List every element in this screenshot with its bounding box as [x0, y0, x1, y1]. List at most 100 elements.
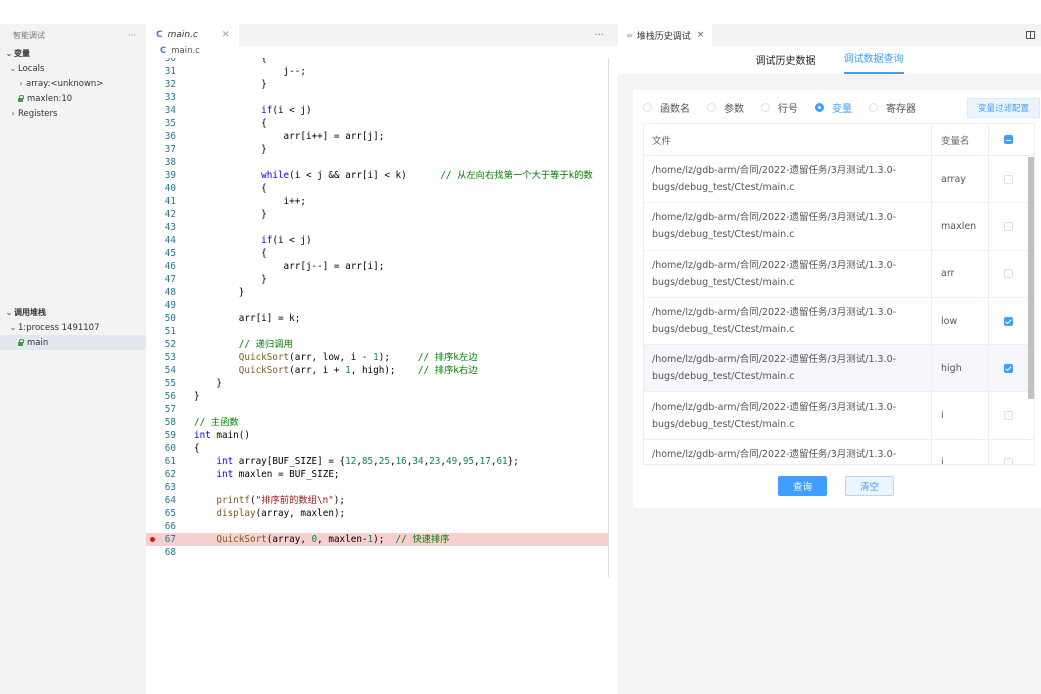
code-line[interactable]: 49 [146, 299, 608, 312]
table-row[interactable]: /home/lz/gdb-arm/合同/2022-遗留任务/3月测试/1.3.0… [644, 297, 1034, 346]
code-line[interactable]: 63 [146, 481, 608, 494]
table-row[interactable]: /home/lz/gdb-arm/合同/2022-遗留任务/3月测试/1.3.0… [644, 250, 1034, 298]
editor-scrollbar[interactable] [608, 58, 609, 578]
code-line[interactable]: 31 j--; [146, 65, 608, 78]
line-code: { [194, 58, 267, 64]
code-line[interactable]: 68 [146, 546, 608, 559]
code-line[interactable]: 67 QuickSort(array, 0, maxlen-1); // 快速排… [146, 533, 608, 546]
line-number: 45 [164, 248, 176, 259]
close-icon[interactable]: ✕ [222, 30, 230, 40]
code-line[interactable]: 54 QuickSort(arr, i + 1, high); // 排序k右边 [146, 364, 608, 377]
locals-label: Locals [18, 63, 45, 74]
code-line[interactable]: 34 if(i < j) [146, 104, 608, 117]
code-line[interactable]: 38 [146, 156, 608, 169]
table-row[interactable]: /home/lz/gdb-arm/合同/2022-遗留任务/3月测试/1.3.0… [644, 392, 1034, 440]
code-line[interactable]: 56} [146, 390, 608, 403]
code-line[interactable]: 59 int main() [146, 429, 608, 442]
code-line[interactable]: 55 } [146, 377, 608, 390]
code-line[interactable]: 39 while(i < j && arr[i] < k) // 从左向右找第一… [146, 169, 608, 182]
code-line[interactable]: 43 [146, 221, 608, 234]
row-checkbox[interactable] [1004, 221, 1013, 231]
table-row[interactable]: /home/lz/gdb-arm/合同/2022-遗留任务/3月测试/1.3.0… [644, 203, 1034, 251]
breadcrumb-file: main.c [171, 46, 200, 56]
callstack-section[interactable]: ⌄ 调用堆栈 [0, 305, 146, 320]
cell-variable: i [931, 392, 988, 439]
code-line[interactable]: 36 arr[i++] = arr[j]; [146, 130, 608, 143]
radio-variable[interactable]: 变量 [815, 100, 852, 115]
split-editor-icon[interactable] [1026, 31, 1035, 39]
line-code: while(i < j && arr[i] < k) // 从左向右找第一个大于… [261, 170, 593, 181]
select-all-checkbox[interactable] [1004, 135, 1013, 144]
variable-filter-button[interactable]: 变量过滤配置 [966, 98, 1040, 118]
code-line[interactable]: 52 // 递归调用 [146, 338, 608, 351]
clear-button[interactable]: 清空 [845, 476, 895, 496]
code-line[interactable]: 42 } [146, 208, 608, 221]
radio-function[interactable]: 函数名 [643, 100, 690, 115]
row-checkbox[interactable] [1004, 316, 1013, 326]
code-line[interactable]: 30 { [146, 58, 608, 65]
code-line[interactable]: 66 [146, 520, 608, 533]
table-row[interactable]: /home/lz/gdb-arm/合同/2022-遗留任务/3月测试/1.3.0… [644, 345, 1034, 393]
code-line[interactable]: 57 [146, 403, 608, 416]
cell-variable: arr [931, 250, 988, 297]
table-row[interactable]: /home/lz/gdb-arm/合同/2022-遗留任务/3月测试/1.3.0… [644, 156, 1034, 204]
code-line[interactable]: 53 QuickSort(arr, low, i - 1); // 排序k左边 [146, 351, 608, 364]
variables-section[interactable]: ⌄ 变量 [0, 46, 146, 61]
row-checkbox[interactable] [1004, 174, 1013, 184]
code-line[interactable]: 46 arr[j--] = arr[i]; [146, 260, 608, 273]
code-line[interactable]: 44 if(i < j) [146, 234, 608, 247]
radio-register[interactable]: 寄存器 [869, 100, 916, 115]
tree-item-array[interactable]: › array:<unknown> [0, 76, 146, 91]
code-line[interactable]: 45 { [146, 247, 608, 260]
row-checkbox[interactable] [1004, 458, 1013, 464]
code-line[interactable]: 47 } [146, 273, 608, 286]
tab-main-c[interactable]: C main.c ✕ [146, 24, 240, 46]
tree-item-process[interactable]: ⌄ 1:process 1491107 [0, 320, 146, 335]
code-line[interactable]: 35 { [146, 117, 608, 130]
code-line[interactable]: 33 [146, 91, 608, 104]
code-line[interactable]: 65 display(array, maxlen); [146, 507, 608, 520]
line-code: arr[j--] = arr[i]; [194, 261, 385, 272]
line-number: 48 [164, 287, 176, 298]
radio-dot [761, 103, 770, 112]
tree-item-frame-main[interactable]: main [0, 335, 146, 350]
tab-history-data[interactable]: 调试历史数据 [756, 52, 816, 74]
tab-data-query[interactable]: 调试数据查询 [843, 50, 904, 74]
tree-item-locals[interactable]: ⌄ Locals [0, 61, 146, 76]
tree-item-registers[interactable]: › Registers [0, 106, 146, 121]
row-checkbox[interactable] [1004, 269, 1013, 279]
code-line[interactable]: 48 } [146, 286, 608, 299]
code-line[interactable]: 50 arr[i] = k; [146, 312, 608, 325]
code-line[interactable]: 58 // 主函数 [146, 416, 608, 429]
code-line[interactable]: 40 { [146, 182, 608, 195]
close-icon[interactable]: × [697, 30, 705, 40]
line-code: QuickSort(arr, low, i - 1); // 排序k左边 [238, 352, 478, 363]
code-line[interactable]: 61 int array[BUF_SIZE] = {12,85,25,16,34… [146, 455, 608, 468]
line-number: 62 [164, 469, 176, 480]
line-number: 60 [164, 443, 176, 454]
line-number: 31 [164, 66, 176, 77]
code-line[interactable]: 60 { [146, 442, 608, 455]
code-line[interactable]: 37 } [146, 143, 608, 156]
code-line[interactable]: 32 } [146, 78, 608, 91]
editor-tabbar: C main.c ✕ ··· [146, 24, 618, 46]
query-button[interactable]: 查询 [778, 476, 828, 496]
code-line[interactable]: 62 int maxlen = BUF_SIZE; [146, 468, 608, 481]
tab-stack-history[interactable]: ≡ 堆栈历史调试 × [618, 24, 713, 46]
breadcrumb[interactable]: C main.c [146, 46, 618, 56]
radio-param[interactable]: 参数 [707, 100, 744, 115]
tree-item-maxlen[interactable]: maxlen:10 [0, 91, 146, 106]
row-checkbox[interactable] [1004, 363, 1013, 373]
line-code: int main() [194, 430, 250, 441]
code-line[interactable]: 64 printf("排序前的数组\n"); [146, 494, 608, 507]
radio-line[interactable]: 行号 [761, 100, 798, 115]
code-line[interactable]: 41 i++; [146, 195, 608, 208]
table-row[interactable]: /home/lz/gdb-arm/合同/2022-遗留任务/3月测试/1.3.0… [644, 439, 1034, 464]
code-line[interactable]: 51 [146, 325, 608, 338]
code-area[interactable]: 30 {31 j--; 32 } 33 34 if(i < j) 35 {36 arr[… [146, 58, 608, 578]
row-checkbox[interactable] [1004, 411, 1013, 421]
more-actions-icon[interactable]: ··· [594, 30, 618, 41]
table-scrollbar[interactable] [1028, 157, 1034, 399]
more-actions-icon[interactable]: ··· [128, 31, 136, 40]
cell-select [988, 203, 1028, 250]
